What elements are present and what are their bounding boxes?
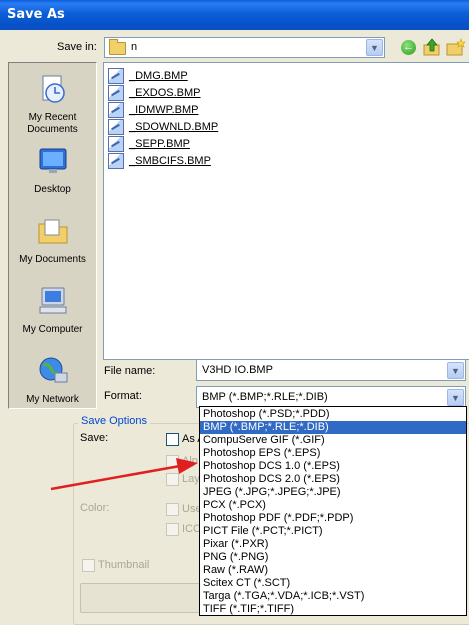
icc-profile-checkbox[interactable] xyxy=(166,523,179,536)
bmp-file-icon xyxy=(108,119,124,135)
file-name: _DMG.BMP xyxy=(129,70,188,82)
file-item[interactable]: _DMG.BMP xyxy=(108,68,188,84)
bmp-file-icon xyxy=(108,153,124,169)
format-option[interactable]: Photoshop DCS 2.0 (*.EPS) xyxy=(200,473,466,486)
format-option[interactable]: Scitex CT (*.SCT) xyxy=(200,577,466,590)
save-in-label: Save in: xyxy=(57,41,97,53)
file-item[interactable]: _IDMWP.BMP xyxy=(108,102,198,118)
layers-checkbox[interactable] xyxy=(166,473,179,486)
desktop-icon xyxy=(39,148,66,173)
format-value: BMP (*.BMP;*.RLE;*.DIB) xyxy=(202,391,328,403)
file-name: _SEPP.BMP xyxy=(129,138,190,150)
color-label: Color: xyxy=(80,502,110,514)
file-name-input[interactable]: V3HD IO.BMP ▼ xyxy=(196,359,466,381)
place-my-computer[interactable]: My Computer xyxy=(9,285,96,336)
format-option[interactable]: Photoshop EPS (*.EPS) xyxy=(200,447,466,460)
file-name-value: V3HD IO.BMP xyxy=(202,364,273,376)
my-network-icon xyxy=(39,357,67,383)
save-in-combo[interactable]: n ▼ xyxy=(104,37,385,58)
places-bar: My Recent Documents Desktop My Documents… xyxy=(8,62,97,409)
format-label: Format: xyxy=(104,390,142,402)
format-option[interactable]: JPEG (*.JPG;*.JPEG;*.JPE) xyxy=(200,486,466,499)
format-select[interactable]: BMP (*.BMP;*.RLE;*.DIB) ▼ xyxy=(196,386,466,408)
chevron-down-icon[interactable]: ▼ xyxy=(447,389,464,406)
place-my-recent-documents[interactable]: My Recent Documents xyxy=(9,73,96,136)
thumbnail-checkbox[interactable] xyxy=(82,559,95,572)
file-item[interactable]: _SMBCIFS.BMP xyxy=(108,153,211,169)
save-in-value: n xyxy=(131,41,138,53)
place-label-line1: My Documents xyxy=(19,254,86,265)
file-name: _SMBCIFS.BMP xyxy=(129,155,211,167)
format-option[interactable]: Pixar (*.PXR) xyxy=(200,538,466,551)
file-name-label: File name: xyxy=(104,365,156,377)
bmp-file-icon xyxy=(108,136,124,152)
up-folder-icon[interactable] xyxy=(423,38,441,56)
place-desktop[interactable]: Desktop xyxy=(9,145,96,196)
place-label-line1: My Computer xyxy=(22,324,83,335)
my-computer-icon xyxy=(39,287,66,314)
format-option[interactable]: CompuServe GIF (*.GIF) xyxy=(200,434,466,447)
format-option-selected[interactable]: BMP (*.BMP;*.RLE;*.DIB) xyxy=(200,421,466,434)
file-item[interactable]: _SDOWNLD.BMP xyxy=(108,119,218,135)
file-name: _IDMWP.BMP xyxy=(129,104,199,116)
place-label-line1: Desktop xyxy=(34,184,71,195)
format-option[interactable]: PCX (*.PCX) xyxy=(200,499,466,512)
place-label-line1: My Recent xyxy=(28,112,77,123)
folder-icon xyxy=(109,39,126,55)
format-option[interactable]: Raw (*.RAW) xyxy=(200,564,466,577)
format-option[interactable]: Targa (*.TGA;*.VDA;*.ICB;*.VST) xyxy=(200,590,466,603)
format-option[interactable]: Photoshop PDF (*.PDF;*.PDP) xyxy=(200,512,466,525)
file-list[interactable]: _DMG.BMP _EXDOS.BMP _IDMWP.BMP _SDOWNLD.… xyxy=(103,62,469,360)
format-option[interactable]: Photoshop (*.PSD;*.PDD) xyxy=(200,408,466,421)
back-icon[interactable]: ← xyxy=(401,40,416,55)
format-option[interactable]: TIFF (*.TIF;*.TIFF) xyxy=(200,603,466,616)
file-name: _EXDOS.BMP xyxy=(129,87,201,99)
place-label-line1: My Network xyxy=(26,394,79,405)
title-bar[interactable]: Save As xyxy=(0,0,469,30)
bmp-file-icon xyxy=(108,102,124,118)
alpha-channels-label: Alp xyxy=(182,455,198,467)
place-my-documents[interactable]: My Documents xyxy=(9,215,96,266)
format-option[interactable]: PNG (*.PNG) xyxy=(200,551,466,564)
my-documents-icon xyxy=(38,219,67,244)
format-option[interactable]: PICT File (*.PCT;*.PICT) xyxy=(200,525,466,538)
format-dropdown-list[interactable]: Photoshop (*.PSD;*.PDD) BMP (*.BMP;*.RLE… xyxy=(199,406,467,616)
save-label: Save: xyxy=(80,432,109,444)
chevron-down-icon[interactable]: ▼ xyxy=(366,39,383,56)
bmp-file-icon xyxy=(108,68,124,84)
place-my-network[interactable]: My Network xyxy=(9,355,96,406)
as-copy-checkbox[interactable] xyxy=(166,433,179,446)
save-options-title: Save Options xyxy=(78,415,151,427)
place-label-line2: Documents xyxy=(27,124,78,135)
thumbnail-label: Thumbnail xyxy=(98,559,150,571)
file-item[interactable]: _SEPP.BMP xyxy=(108,136,190,152)
window-title: Save As xyxy=(7,7,65,22)
format-option[interactable]: Photoshop DCS 1.0 (*.EPS) xyxy=(200,460,466,473)
file-item[interactable]: _EXDOS.BMP xyxy=(108,85,201,101)
file-name: _SDOWNLD.BMP xyxy=(129,121,219,133)
chevron-down-icon[interactable]: ▼ xyxy=(447,362,464,379)
use-proof-setup-checkbox[interactable] xyxy=(166,503,179,516)
new-folder-icon[interactable] xyxy=(446,38,466,56)
bmp-file-icon xyxy=(108,85,124,101)
layers-label: Lay xyxy=(182,473,200,485)
alpha-channels-checkbox[interactable] xyxy=(166,455,179,468)
recent-documents-icon xyxy=(42,75,65,103)
